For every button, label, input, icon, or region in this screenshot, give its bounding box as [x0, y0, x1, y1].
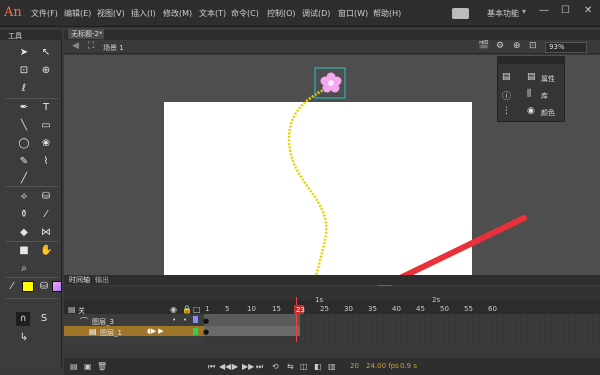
layer-visible-dot[interactable]: •	[172, 316, 176, 324]
keyframe-icon: ●	[203, 328, 210, 336]
frame-count: 20	[350, 362, 359, 370]
new-folder-icon[interactable]: ▣	[84, 362, 92, 371]
flower-icon	[320, 72, 342, 93]
layer-lock-dot[interactable]: •	[183, 316, 187, 324]
layer-color-box[interactable]	[193, 316, 198, 323]
frame-tick: 5	[225, 305, 230, 313]
frame-span[interactable]	[204, 326, 300, 336]
seconds-label: 1s	[315, 296, 324, 304]
empty-frames[interactable]	[300, 314, 600, 344]
layer-edit-icons[interactable]: ◖▶ ▶	[147, 327, 164, 335]
onion-skin-outline-icon[interactable]: ◧	[314, 362, 322, 371]
last-frame-icon[interactable]: ⏭	[256, 362, 263, 372]
layer-color-box[interactable]	[193, 328, 198, 335]
fps-readout: 24.00 fps	[366, 362, 399, 370]
motion-path	[287, 84, 333, 277]
lock-icon[interactable]: 🔒	[182, 305, 192, 314]
layer-icon: ▤	[89, 327, 97, 336]
motion-guide-icon: ⌒	[80, 317, 88, 326]
play-icon[interactable]: ▶	[232, 362, 238, 371]
keyframe-icon: ●	[203, 317, 210, 325]
layers-icon: ▤	[68, 305, 76, 314]
properties-panel-icon[interactable]: ▤	[527, 72, 536, 82]
frame-tick: 10	[247, 305, 256, 313]
properties-panel-header	[497, 56, 565, 64]
timeline-tab-bar	[64, 275, 600, 285]
color-palette-icon[interactable]: ◉	[527, 106, 535, 116]
frame-span[interactable]	[204, 314, 300, 326]
prev-frame-icon[interactable]: ◀◀	[219, 362, 231, 371]
seconds-label: 2s	[432, 296, 441, 304]
frame-tick: 30	[344, 305, 353, 313]
onion-skin-icon[interactable]: ◫	[300, 362, 308, 371]
loop-icon[interactable]: ⟲	[272, 362, 279, 371]
frame-tick: 35	[368, 305, 377, 313]
current-frame-label: 23	[296, 306, 305, 314]
library-label[interactable]: 库	[541, 91, 548, 101]
frame-tick: 55	[464, 305, 473, 313]
center-frame-icon[interactable]: ⇆	[287, 362, 294, 371]
tab-output[interactable]: 输出	[95, 275, 109, 285]
delete-layer-icon[interactable]: 🗑	[97, 362, 107, 371]
frame-tick: 15	[272, 305, 281, 313]
frame-tick: 50	[440, 305, 449, 313]
visibility-eye-icon[interactable]: ◉	[170, 305, 177, 314]
properties-label[interactable]: 属性	[541, 74, 555, 84]
new-layer-icon[interactable]: ▤	[70, 362, 78, 371]
outline-icon[interactable]: □	[193, 305, 201, 314]
time-readout: 0.9 s	[400, 362, 418, 370]
next-frame-icon[interactable]: ▶▶	[242, 362, 254, 371]
frame-tick: 60	[488, 305, 497, 313]
edit-multiple-frames-icon[interactable]: ▥	[328, 362, 336, 371]
frame-tick: 40	[392, 305, 401, 313]
frame-tick: 25	[320, 305, 329, 313]
properties-icon[interactable]: ▤	[502, 72, 511, 82]
layer-name[interactable]: 图层_3	[92, 317, 114, 327]
layer-row-selected[interactable]	[64, 326, 204, 336]
frame-tick: 45	[416, 305, 425, 313]
color-label[interactable]: 颜色	[541, 108, 555, 118]
timeline-header	[64, 286, 600, 300]
library-icon[interactable]: ⫼	[527, 89, 531, 99]
playhead[interactable]	[296, 297, 297, 342]
align-icon[interactable]: ⋮	[502, 106, 511, 116]
first-frame-icon[interactable]: ⏮	[208, 362, 215, 372]
frame-tick: 1	[205, 305, 210, 313]
info-icon[interactable]: ⓘ	[502, 89, 511, 102]
tab-timeline[interactable]: 时间轴	[69, 275, 90, 285]
timeline-ruler	[64, 300, 600, 314]
layer-name[interactable]: 图层_1	[100, 328, 122, 338]
